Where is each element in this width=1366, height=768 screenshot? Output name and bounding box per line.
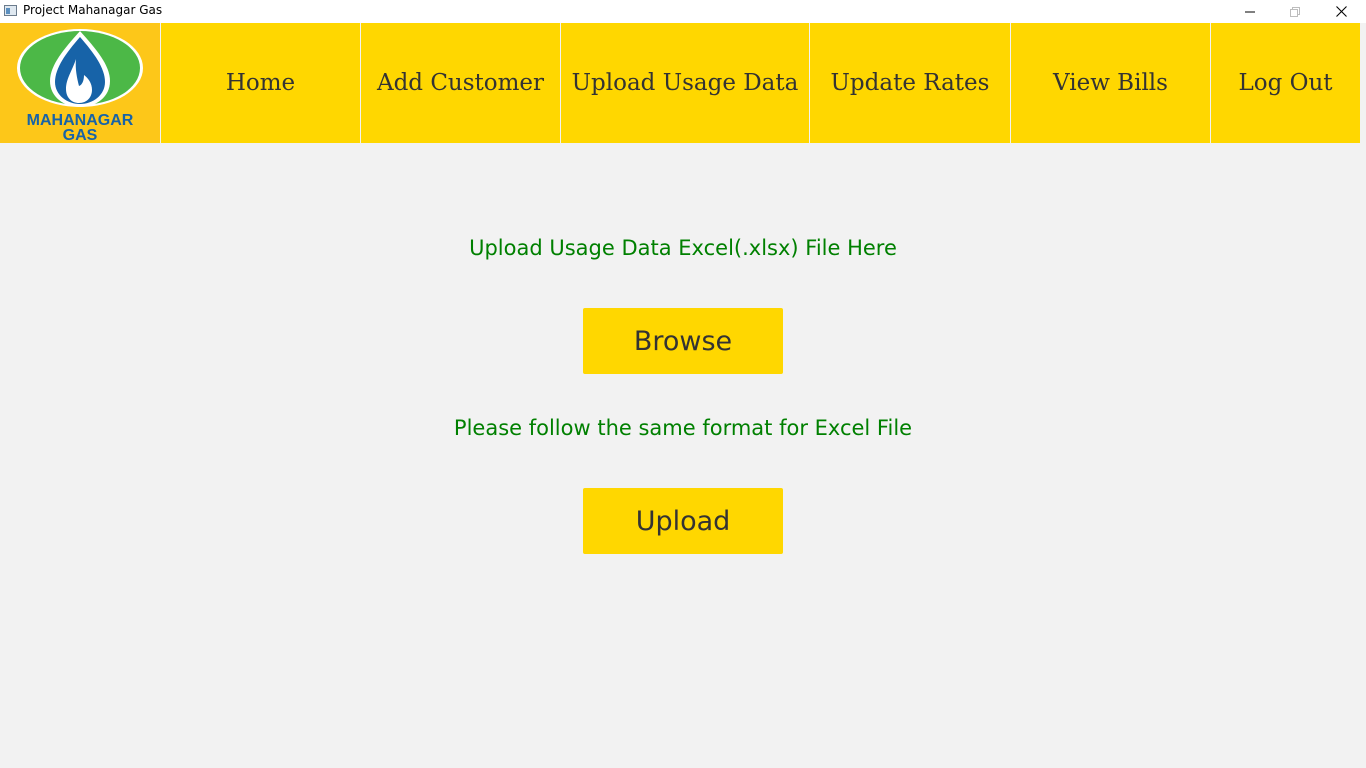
upload-heading: Upload Usage Data Excel(.xlsx) File Here [469,236,897,260]
close-button[interactable] [1318,0,1364,23]
mahanagar-gas-logo: MAHANAGAR GAS [0,23,160,144]
nav-home[interactable]: Home [161,23,360,143]
nav-update-rates[interactable]: Update Rates [810,23,1010,143]
maximize-icon [1290,6,1300,17]
app-window-icon [4,5,17,16]
format-note: Please follow the same format for Excel … [453,416,913,440]
app-window: Project Mahanagar Gas MAHANAGAR GAS Home… [0,0,1366,768]
gas-flame-logo-icon: MAHANAGAR GAS [17,29,143,144]
nav-view-bills[interactable]: View Bills [1011,23,1210,143]
minimize-button[interactable] [1227,0,1273,23]
nav-upload-usage-data[interactable]: Upload Usage Data [561,23,809,143]
title-bar: Project Mahanagar Gas [0,0,1366,23]
minimize-icon [1245,11,1255,12]
maximize-button[interactable] [1272,0,1318,23]
nav-log-out[interactable]: Log Out [1211,23,1360,143]
logo-text-line2: GAS [63,127,98,143]
nav-add-customer[interactable]: Add Customer [361,23,560,143]
browse-button[interactable]: Browse [583,308,783,374]
close-icon [1335,6,1347,17]
window-title: Project Mahanagar Gas [23,3,163,17]
nav-bar: MAHANAGAR GAS Home Add Customer Upload U… [0,23,1366,144]
upload-button[interactable]: Upload [583,488,783,554]
